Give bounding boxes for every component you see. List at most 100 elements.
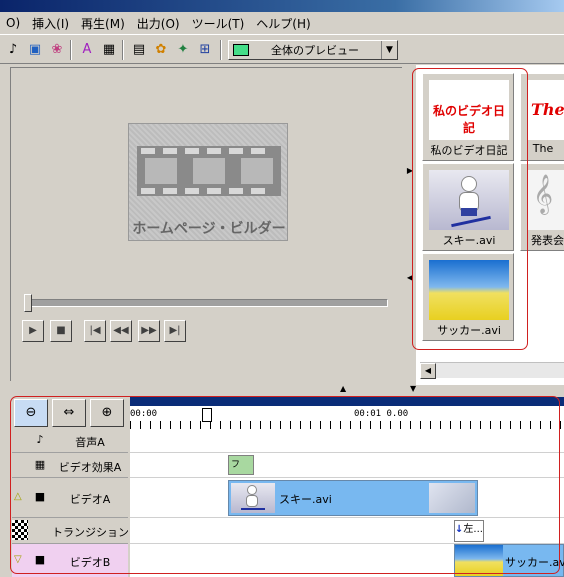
zoom-in-button[interactable]: ⊕ — [90, 399, 124, 427]
pane-collapse-arrow[interactable]: ▶ — [406, 165, 414, 177]
preview-pane: ホームページ・ビルダー ▶ ■ |◀ ◀◀ ▶▶ ▶| — [0, 65, 405, 385]
collapse-triangle-icon[interactable]: △ — [14, 491, 22, 502]
playhead-marker[interactable] — [202, 408, 212, 422]
fx-clip[interactable]: フェ... — [228, 455, 254, 488]
timeline-range-bar[interactable] — [130, 397, 564, 406]
ruler-start-label: 00:00 — [130, 409, 158, 419]
music-thumbnail: 𝄞 — [527, 170, 564, 230]
transition-icon[interactable]: ⊞ — [196, 41, 214, 59]
lane-video-b[interactable]: サッカー.avi — [130, 544, 564, 577]
pane-splitter[interactable]: ▲ ▼ — [0, 384, 564, 396]
video-b-clip[interactable]: サッカー.avi — [454, 544, 564, 577]
track-header-video-fx-a[interactable]: ▦ ビデオ効果A — [12, 453, 128, 478]
splitter-handle[interactable]: ▲ ▼ — [340, 384, 420, 393]
fit-to-window-button[interactable]: ⇔ — [52, 399, 86, 427]
soccer-thumbnail — [429, 260, 509, 320]
toolbar-separator — [70, 40, 72, 60]
video-b-clip-label: サッカー.avi — [505, 556, 564, 569]
music-note-icon: ♪ — [36, 433, 44, 446]
library-clip-title[interactable]: 私のビデオ日記 私のビデオ日記 — [422, 73, 514, 161]
film-strip-graphic — [137, 146, 281, 196]
library-clip-music[interactable]: 𝄞 発表会 — [520, 163, 564, 251]
video-a-clip[interactable]: スキー.avi — [228, 480, 478, 516]
image-icon[interactable]: ▣ — [26, 41, 44, 59]
track-label: トランジション — [52, 526, 129, 539]
lane-audio-a[interactable] — [130, 429, 564, 453]
menu-insert[interactable]: 挿入(I) — [26, 15, 75, 32]
clip-thumbnail: 私のビデオ日記 — [429, 80, 509, 140]
clip-label: 私のビデオ日記 — [430, 144, 508, 157]
track-label: ビデオB — [69, 556, 111, 569]
fast-forward-button[interactable]: ▶▶ — [138, 320, 160, 342]
checker-icon — [12, 520, 28, 540]
camera-icon: ■ — [34, 490, 46, 503]
save-icon[interactable]: ▤ — [130, 41, 148, 59]
library-clip-title-en[interactable]: The The — [520, 73, 564, 161]
lane-transition[interactable]: ↓左... — [130, 518, 564, 544]
ruler-mid-label: 00:01 0.00 — [354, 409, 409, 419]
seek-bar[interactable] — [24, 299, 388, 307]
menu-tools[interactable]: ツール(T) — [186, 15, 251, 32]
toolbar-separator — [122, 40, 124, 60]
track-headers: ♪ 音声A ▦ ビデオ効果A △ ■ ビデオA トランジション ▽ ■ ビデオB — [12, 429, 129, 577]
grid-icon[interactable]: ▦ — [100, 41, 118, 59]
text-effect-icon[interactable]: A — [78, 41, 96, 59]
effects-icon[interactable]: ❀ — [48, 41, 66, 59]
menu-help[interactable]: ヘルプ(H) — [250, 15, 316, 32]
clip-label: スキー.avi — [442, 234, 496, 247]
menu-bar: O) 挿入(I) 再生(M) 出力(O) ツール(T) ヘルプ(H) — [0, 12, 564, 34]
monitor-icon — [233, 44, 249, 56]
menu-partial[interactable]: O) — [0, 16, 26, 30]
preview-logo-text: ホームページ・ビルダー — [132, 221, 286, 237]
pane-expand-arrow[interactable]: ◀ — [406, 272, 414, 284]
clip-library-pane: 私のビデオ日記 私のビデオ日記 The The スキー.avi 𝄞 発表会 サッ… — [416, 65, 564, 385]
video-a-clip-label: スキー.avi — [279, 493, 332, 506]
stop-button[interactable]: ■ — [50, 320, 72, 342]
track-header-transition[interactable]: トランジション — [12, 518, 129, 544]
ski-thumbnail — [429, 170, 509, 230]
ski-thumbnail — [231, 483, 275, 513]
expand-triangle-icon[interactable]: ▽ — [14, 554, 22, 565]
grid-icon: ▦ — [34, 458, 46, 471]
scroll-left-button[interactable]: ◀ — [420, 363, 436, 379]
timeline-toolbar: ⊖ ⇔ ⊕ — [12, 397, 128, 429]
menu-output[interactable]: 出力(O) — [131, 15, 186, 32]
camera-icon: ■ — [34, 553, 46, 566]
library-clip-soccer[interactable]: サッカー.avi — [422, 253, 514, 341]
toolbar-separator — [220, 40, 222, 60]
clip-label: The — [532, 142, 554, 155]
title-en-thumb-text: The — [531, 100, 564, 119]
go-to-end-button[interactable]: ▶| — [164, 320, 186, 342]
lane-video-fx-a[interactable]: フェ... — [130, 453, 564, 488]
track-label: ビデオ効果A — [58, 461, 122, 474]
library-scrollbar[interactable]: ◀ — [420, 362, 564, 379]
menu-play[interactable]: 再生(M) — [75, 15, 131, 32]
clip-label: サッカー.avi — [437, 324, 501, 337]
track-header-video-b[interactable]: ▽ ■ ビデオB — [12, 544, 128, 577]
music-note-icon[interactable]: ♪ — [4, 41, 22, 59]
title-bar — [0, 0, 564, 12]
track-label: ビデオA — [69, 493, 111, 506]
main-toolbar: ♪ ▣ ❀ A ▦ ▤ ✿ ✦ ⊞ 全体のプレビュー ▼ — [0, 34, 564, 64]
soccer-thumbnail — [455, 545, 503, 576]
zoom-out-button[interactable]: ⊖ — [14, 399, 48, 427]
lane-video-a[interactable]: スキー.avi — [130, 478, 564, 518]
clip-thumbnail: The — [527, 80, 564, 140]
rewind-button[interactable]: ◀◀ — [110, 320, 132, 342]
chevron-down-icon[interactable]: ▼ — [381, 41, 397, 59]
library-clip-ski[interactable]: スキー.avi — [422, 163, 514, 251]
wizard-icon[interactable]: ✦ — [174, 41, 192, 59]
palette-icon[interactable]: ✿ — [152, 41, 170, 59]
preview-mode-select[interactable]: 全体のプレビュー ▼ — [228, 40, 398, 60]
transition-clip[interactable]: ↓左... — [454, 520, 484, 542]
timeline-ruler[interactable]: 00:00 00:01 0.00 — [130, 397, 564, 429]
seek-thumb[interactable] — [24, 294, 32, 312]
track-header-audio-a[interactable]: ♪ 音声A — [12, 429, 128, 453]
go-to-start-button[interactable]: |◀ — [84, 320, 106, 342]
preview-mode-value: 全体のプレビュー — [271, 44, 359, 57]
clip-end-thumbnail — [429, 483, 475, 513]
ruler-ticks — [130, 421, 564, 429]
track-header-video-a[interactable]: △ ■ ビデオA — [12, 478, 128, 518]
play-button[interactable]: ▶ — [22, 320, 44, 342]
clip-label: 発表会 — [531, 234, 564, 247]
